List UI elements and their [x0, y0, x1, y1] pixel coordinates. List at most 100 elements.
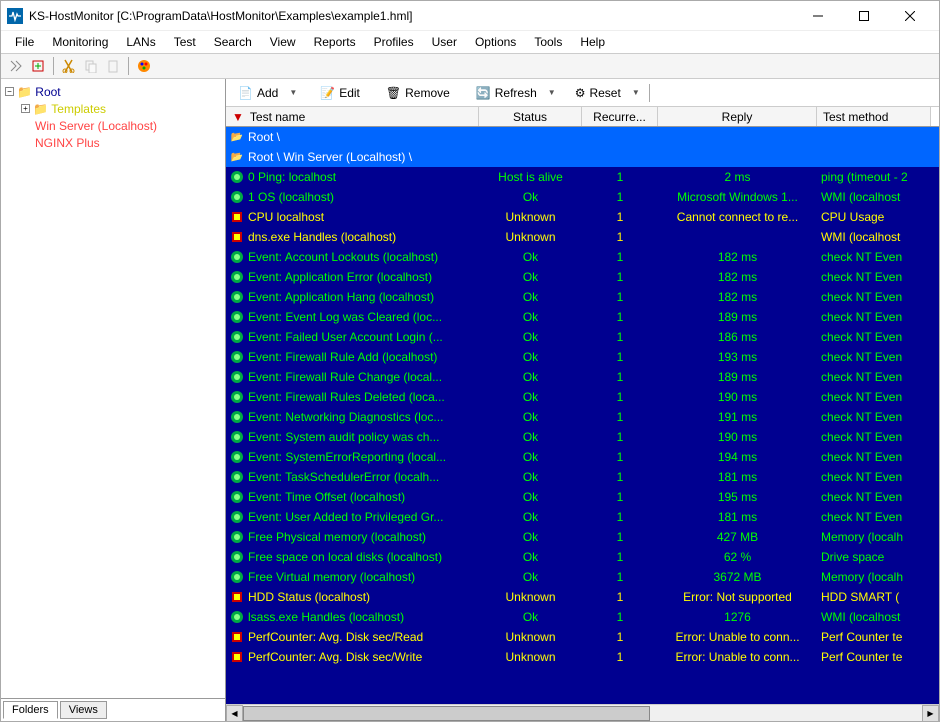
table-row[interactable]: Event: Time Offset (localhost)Ok1195 msc…: [226, 487, 939, 507]
table-row[interactable]: Event: Application Hang (localhost)Ok118…: [226, 287, 939, 307]
menu-view[interactable]: View: [262, 33, 304, 51]
reset-dropdown[interactable]: ▼: [629, 88, 643, 97]
table-row[interactable]: Event: Event Log was Cleared (loc...Ok11…: [226, 307, 939, 327]
row-method: check NT Even: [817, 510, 931, 524]
row-name: Free space on local disks (localhost): [248, 550, 442, 564]
table-row[interactable]: CPU localhostUnknown1Cannot connect to r…: [226, 207, 939, 227]
table-row[interactable]: Event: Account Lockouts (localhost)Ok118…: [226, 247, 939, 267]
tree-root[interactable]: − 📁 Root: [5, 83, 221, 100]
window-title: KS-HostMonitor [C:\ProgramData\HostMonit…: [29, 9, 795, 23]
table-row[interactable]: 📂Root \ Win Server (Localhost) \: [226, 147, 939, 167]
table-row[interactable]: Event: Firewall Rule Add (localhost)Ok11…: [226, 347, 939, 367]
col-name[interactable]: ▼ Test name: [226, 107, 479, 126]
test-grid[interactable]: ▼ Test name Status Recurre... Reply Test…: [226, 107, 939, 704]
scroll-left-button[interactable]: ◀: [226, 705, 243, 722]
tb-palette-icon[interactable]: [133, 57, 155, 75]
col-status[interactable]: Status: [479, 107, 582, 126]
menu-user[interactable]: User: [424, 33, 465, 51]
row-status: Unknown: [479, 630, 582, 644]
table-row[interactable]: lsass.exe Handles (localhost)Ok11276WMI …: [226, 607, 939, 627]
add-icon: 📄: [238, 86, 253, 100]
refresh-button[interactable]: 🔄 Refresh: [470, 84, 543, 102]
edit-icon: 📝: [320, 86, 335, 100]
tab-folders[interactable]: Folders: [3, 701, 58, 719]
tb-new-icon[interactable]: [27, 57, 49, 75]
table-row[interactable]: Event: Failed User Account Login (...Ok1…: [226, 327, 939, 347]
tab-views[interactable]: Views: [60, 701, 107, 719]
menu-options[interactable]: Options: [467, 33, 524, 51]
close-button[interactable]: [887, 1, 933, 31]
scroll-track[interactable]: [243, 705, 922, 722]
table-row[interactable]: Free Physical memory (localhost)Ok1427 M…: [226, 527, 939, 547]
reset-button[interactable]: ⚙ Reset: [569, 84, 627, 102]
tree-templates[interactable]: + 📁 Templates: [5, 100, 221, 117]
tb-copy-icon[interactable]: [80, 57, 102, 75]
table-row[interactable]: PerfCounter: Avg. Disk sec/ReadUnknown1E…: [226, 627, 939, 647]
table-row[interactable]: Event: Application Error (localhost)Ok11…: [226, 267, 939, 287]
row-recurrence: 1: [582, 310, 658, 324]
add-dropdown[interactable]: ▼: [286, 88, 300, 97]
table-row[interactable]: 0 Ping: localhostHost is alive12 msping …: [226, 167, 939, 187]
table-row[interactable]: 📂Root \: [226, 127, 939, 147]
row-name: Event: SystemErrorReporting (local...: [248, 450, 446, 464]
table-row[interactable]: Event: User Added to Privileged Gr...Ok1…: [226, 507, 939, 527]
row-status: Ok: [479, 430, 582, 444]
tree-winserver[interactable]: Win Server (Localhost): [5, 117, 221, 134]
menu-reports[interactable]: Reports: [306, 33, 364, 51]
menu-help[interactable]: Help: [572, 33, 613, 51]
row-name: Event: Application Error (localhost): [248, 270, 432, 284]
table-row[interactable]: Free Virtual memory (localhost)Ok13672 M…: [226, 567, 939, 587]
row-recurrence: 1: [582, 290, 658, 304]
menu-search[interactable]: Search: [206, 33, 260, 51]
tree-nginx[interactable]: NGINX Plus: [5, 134, 221, 151]
menu-test[interactable]: Test: [166, 33, 204, 51]
tb-cut-icon[interactable]: [58, 57, 80, 75]
menu-monitoring[interactable]: Monitoring: [44, 33, 116, 51]
collapse-icon[interactable]: −: [5, 87, 14, 96]
edit-button[interactable]: 📝 Edit: [314, 84, 366, 102]
add-button[interactable]: 📄 Add: [232, 84, 284, 102]
expand-icon[interactable]: +: [21, 104, 30, 113]
row-recurrence: 1: [582, 210, 658, 224]
table-row[interactable]: Event: Networking Diagnostics (loc...Ok1…: [226, 407, 939, 427]
tb-paste-icon[interactable]: [102, 57, 124, 75]
table-row[interactable]: Event: SystemErrorReporting (local...Ok1…: [226, 447, 939, 467]
row-name: Root \ Win Server (Localhost) \: [248, 150, 412, 164]
horizontal-scrollbar[interactable]: ◀ ▶: [226, 704, 939, 721]
row-name: Event: Time Offset (localhost): [248, 490, 405, 504]
menu-lans[interactable]: LANs: [118, 33, 163, 51]
menu-tools[interactable]: Tools: [526, 33, 570, 51]
row-reply: 62 %: [658, 550, 817, 564]
row-method: Drive space: [817, 550, 931, 564]
tb-collapse-icon[interactable]: [5, 57, 27, 75]
titlebar: KS-HostMonitor [C:\ProgramData\HostMonit…: [1, 1, 939, 31]
table-row[interactable]: Event: Firewall Rules Deleted (loca...Ok…: [226, 387, 939, 407]
row-method: check NT Even: [817, 450, 931, 464]
row-status: Ok: [479, 370, 582, 384]
status-icon: [230, 210, 244, 224]
refresh-dropdown[interactable]: ▼: [545, 88, 559, 97]
col-method[interactable]: Test method: [817, 107, 931, 126]
table-row[interactable]: Free space on local disks (localhost)Ok1…: [226, 547, 939, 567]
row-reply: 193 ms: [658, 350, 817, 364]
menu-profiles[interactable]: Profiles: [366, 33, 422, 51]
minimize-button[interactable]: [795, 1, 841, 31]
row-method: check NT Even: [817, 310, 931, 324]
remove-button[interactable]: 🗑 Remove: [380, 84, 456, 102]
table-row[interactable]: dns.exe Handles (localhost)Unknown1WMI (…: [226, 227, 939, 247]
table-row[interactable]: Event: Firewall Rule Change (local...Ok1…: [226, 367, 939, 387]
row-method: check NT Even: [817, 350, 931, 364]
col-reply[interactable]: Reply: [658, 107, 817, 126]
col-recurrence[interactable]: Recurre...: [582, 107, 658, 126]
maximize-button[interactable]: [841, 1, 887, 31]
table-row[interactable]: HDD Status (localhost)Unknown1Error: Not…: [226, 587, 939, 607]
folder-tree[interactable]: − 📁 Root + 📁 Templates Win Server (Local…: [1, 79, 225, 698]
table-row[interactable]: Event: TaskSchedulerError (localh...Ok11…: [226, 467, 939, 487]
table-row[interactable]: 1 OS (localhost)Ok1Microsoft Windows 1..…: [226, 187, 939, 207]
menu-file[interactable]: File: [7, 33, 42, 51]
scroll-right-button[interactable]: ▶: [922, 705, 939, 722]
row-method: check NT Even: [817, 470, 931, 484]
table-row[interactable]: Event: System audit policy was ch...Ok11…: [226, 427, 939, 447]
table-row[interactable]: PerfCounter: Avg. Disk sec/WriteUnknown1…: [226, 647, 939, 667]
scroll-thumb[interactable]: [243, 706, 650, 721]
